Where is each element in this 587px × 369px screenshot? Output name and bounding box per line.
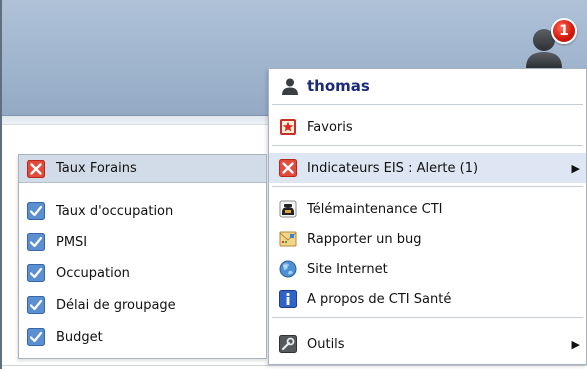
tools-icon (279, 335, 297, 353)
menu-separator (272, 145, 583, 146)
info-icon (279, 290, 297, 308)
blue-check-icon (27, 233, 45, 251)
menu-item-telemaintenance[interactable]: Télémaintenance CTI (269, 194, 586, 224)
blue-check-icon (27, 264, 45, 282)
menu-item-indicateurs-eis[interactable]: Indicateurs EIS : Alerte (1) ▶ (269, 153, 586, 183)
menu-item-outils[interactable]: Outils ▶ (269, 329, 586, 359)
submenu-item-label: Taux d'occupation (56, 203, 174, 219)
submenu-item-taux-occupation[interactable]: Taux d'occupation (19, 197, 266, 225)
menu-item-label: Télémaintenance CTI (307, 201, 443, 217)
submenu-item-label: PMSI (56, 234, 88, 250)
menu-item-label: Favoris (307, 119, 353, 135)
globe-icon (279, 260, 297, 278)
menu-item-rapporter-bug[interactable]: Rapporter un bug (269, 224, 586, 254)
menu-separator (272, 104, 583, 105)
menu-username: thomas (307, 77, 370, 95)
envelope-icon (279, 231, 297, 247)
menu-item-a-propos[interactable]: A propos de CTI Santé (269, 284, 586, 314)
star-bookmark-icon (280, 119, 296, 135)
menu-item-label: Rapporter un bug (307, 231, 422, 247)
submenu-item-label: Budget (56, 329, 103, 345)
submenu-item-occupation[interactable]: Occupation (19, 259, 266, 287)
menu-item-label: Site Internet (307, 261, 388, 277)
submenu-item-label: Occupation (56, 265, 130, 281)
blue-check-icon (27, 328, 45, 346)
submenu-arrow-icon: ▶ (571, 161, 580, 175)
submenu-item-label: Taux Forains (56, 161, 137, 176)
blue-check-icon (27, 202, 45, 220)
telephone-icon (279, 200, 297, 218)
submenu-item-delai-groupage[interactable]: Délai de groupage (19, 291, 266, 319)
menu-item-label: Outils (307, 336, 345, 352)
menu-item-label: A propos de CTI Santé (307, 291, 452, 307)
submenu-item-label: Délai de groupage (56, 297, 176, 313)
notification-badge[interactable]: 1 (551, 18, 577, 44)
menu-item-site-internet[interactable]: Site Internet (269, 254, 586, 284)
menu-item-label: Indicateurs EIS : Alerte (1) (307, 160, 479, 176)
eis-alerts-submenu: Taux Forains Taux d'occupation PMSI Occu… (18, 154, 267, 359)
menu-separator (272, 186, 583, 187)
menu-separator (272, 317, 583, 318)
bottom-divider (2, 365, 587, 366)
submenu-item-taux-forains[interactable]: Taux Forains (19, 155, 266, 183)
submenu-item-pmsi[interactable]: PMSI (19, 228, 266, 256)
user-icon (282, 78, 298, 95)
red-x-icon (279, 159, 297, 177)
user-dropdown-menu: thomas Favoris Indicateurs EIS : Alerte … (268, 68, 587, 365)
red-x-icon (27, 159, 45, 178)
submenu-item-budget[interactable]: Budget (19, 323, 266, 351)
blue-check-icon (27, 296, 45, 314)
menu-item-favoris[interactable]: Favoris (269, 112, 586, 142)
menu-user-header: thomas (269, 71, 586, 101)
submenu-arrow-icon: ▶ (571, 337, 580, 351)
